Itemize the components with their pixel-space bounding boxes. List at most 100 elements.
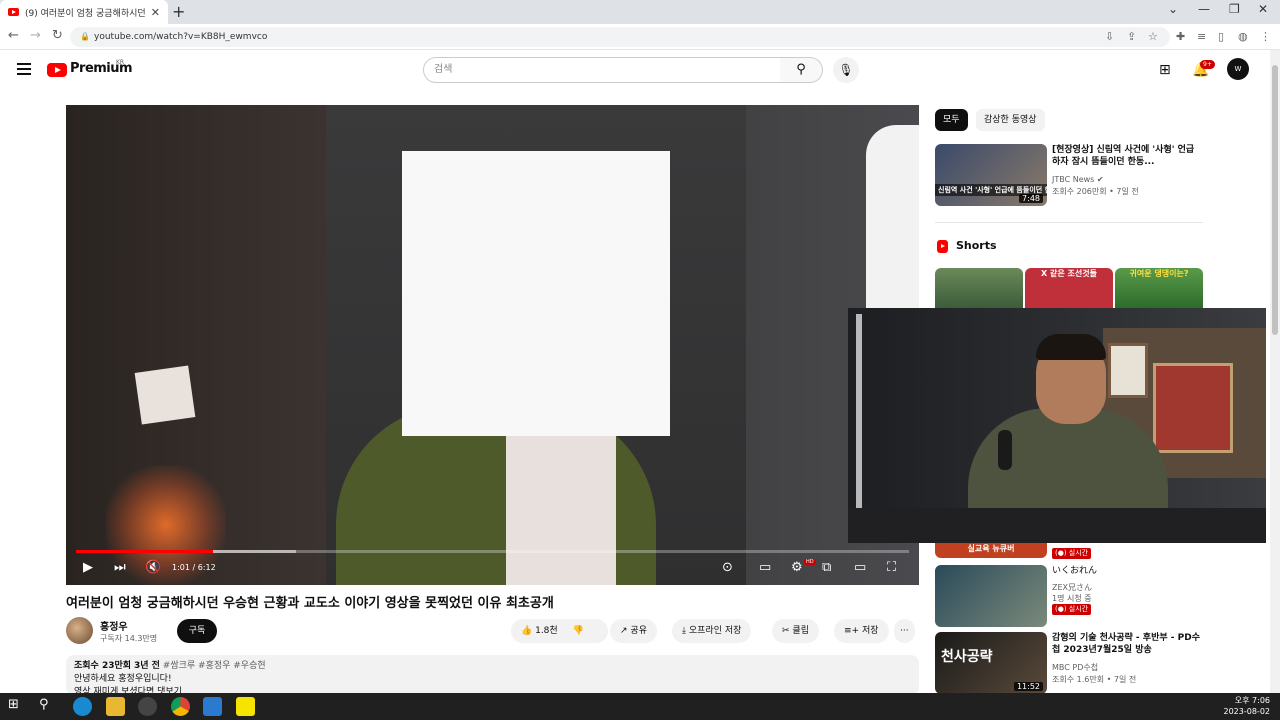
share-button[interactable]: ↗ 공유 <box>610 619 657 643</box>
mute-icon[interactable]: 🔇 <box>145 560 161 575</box>
pip-frame-desk <box>848 508 1266 543</box>
chrome-icon[interactable] <box>171 697 190 716</box>
save-playlist-icon: ≡+ <box>844 626 860 636</box>
bookmark-star-icon[interactable]: ☆ <box>1148 30 1158 43</box>
time-display: 1:01 / 6:12 <box>172 563 216 572</box>
chrome-menu-icon[interactable]: ⋮ <box>1260 30 1271 43</box>
address-bar[interactable]: 🔒 youtube.com/watch?v=KB8H_ewmvco <box>70 27 1170 47</box>
next-icon[interactable]: ⏭ <box>114 560 126 575</box>
subscriber-count: 구독자 14.3만명 <box>100 634 158 643</box>
duration-badge: 11:52 <box>1013 682 1043 691</box>
notification-badge: 9+ <box>1200 60 1215 69</box>
file-explorer-icon[interactable] <box>106 697 125 716</box>
settings-gear-icon[interactable]: ⚙ <box>791 560 803 575</box>
miniplayer-icon[interactable]: ⧉ <box>822 560 831 575</box>
shorts-header: Shorts <box>937 239 997 253</box>
thumbs-up-icon[interactable]: 👍 <box>521 626 532 636</box>
short-thumbnail[interactable]: 귀여운 댕댕이는? <box>1115 268 1203 310</box>
install-icon[interactable]: ⇩ <box>1105 30 1114 43</box>
hd-badge: HD <box>804 559 816 565</box>
search-icon[interactable]: ⚲ <box>39 697 58 716</box>
view-count: 조회수 23만회 <box>74 661 132 671</box>
kakaotalk-icon[interactable] <box>236 697 255 716</box>
back-icon[interactable]: ← <box>8 28 19 43</box>
rec-title[interactable]: [현장영상] 신림역 사건에 '사형' 언급하자 잠시 뜸들이던 한동... <box>1052 144 1202 168</box>
verified-icon: ✔ <box>1096 175 1104 184</box>
system-clock[interactable]: 오후 7:06 2023-08-02 <box>1224 695 1271 717</box>
short-thumbnail[interactable] <box>935 268 1023 310</box>
tab-close-icon[interactable]: ✕ <box>151 6 160 19</box>
description-box[interactable]: 조회수 23만회 3년 전 #쌈크루 #홍정우 #우승현 안녕하세요 홍정우입니… <box>66 655 919 695</box>
short-thumbnail[interactable]: X 같은 조선것들 <box>1025 268 1113 310</box>
clock-app-icon[interactable] <box>138 697 157 716</box>
forward-icon[interactable]: → <box>30 28 41 43</box>
save-button[interactable]: ≡+ 저장 <box>834 619 889 643</box>
browser-tab-bar: (9) 여러분이 엄청 궁금해하시던 ✕ + ⌄ — ❐ ✕ <box>0 0 1280 24</box>
reading-list-icon[interactable]: ≡ <box>1197 30 1206 43</box>
rec-thumbnail[interactable]: 천사공략 11:52 <box>935 632 1047 694</box>
extensions-icon[interactable]: ✚ <box>1176 30 1185 43</box>
side-panel-icon[interactable]: ▯ <box>1218 30 1224 43</box>
hashtags[interactable]: #쌈크루 #홍정우 #우승현 <box>163 661 266 671</box>
youtube-header: Premium KR 검색 ⚲ 🎙 ⊞ 🔔 9+ W <box>0 50 1280 90</box>
profile-icon[interactable]: ◍ <box>1238 30 1248 43</box>
picture-in-picture-window[interactable] <box>848 308 1266 543</box>
account-avatar[interactable]: W <box>1227 58 1249 80</box>
new-tab-button[interactable]: + <box>172 2 185 21</box>
clock-date: 2023-08-02 <box>1223 707 1271 716</box>
channel-avatar[interactable] <box>66 617 93 644</box>
short-caption: X 같은 조선것들 <box>1041 269 1097 278</box>
chip-watched[interactable]: 감상한 동영상 <box>976 109 1045 131</box>
page-scrollbar[interactable] <box>1270 50 1280 693</box>
lock-icon: 🔒 <box>80 32 90 41</box>
rec-title[interactable]: いくおれん <box>1052 565 1202 577</box>
clip-button[interactable]: ✂ 클립 <box>772 619 819 643</box>
create-video-icon[interactable]: ⊞ <box>1159 62 1171 78</box>
clock-time: 오후 7:06 <box>1234 696 1270 705</box>
chip-all[interactable]: 모두 <box>935 109 968 131</box>
rec-channel[interactable]: ZEX兄さん <box>1052 582 1092 593</box>
autoplay-toggle[interactable]: ⊙ <box>722 560 733 575</box>
play-icon[interactable]: ▶ <box>83 560 93 575</box>
subtitles-icon[interactable]: ▭ <box>759 560 771 575</box>
rec-title[interactable]: 감형의 기술 천사공략 - 후반부 - PD수첩 2023년7월25일 방송 <box>1052 632 1202 656</box>
share-icon[interactable]: ⇪ <box>1127 30 1136 43</box>
reload-icon[interactable]: ↻ <box>52 28 63 43</box>
download-button[interactable]: ⤓ 오프라인 저장 <box>672 619 752 643</box>
search-button[interactable]: ⚲ <box>780 57 823 83</box>
hamburger-menu-icon[interactable] <box>17 63 31 75</box>
pip-frame-microphone <box>998 430 1012 470</box>
close-window-button[interactable]: ✕ <box>1258 2 1268 16</box>
windows-start-icon[interactable]: ⊞ <box>8 697 27 716</box>
scrollbar-thumb[interactable] <box>1272 65 1278 335</box>
more-actions-button[interactable]: ··· <box>894 619 915 643</box>
progress-bar[interactable] <box>76 550 909 553</box>
like-dislike-group: 👍 1.8천 👎 <box>511 619 608 643</box>
rec-thumbnail[interactable] <box>935 565 1047 627</box>
subscribe-button[interactable]: 구독 <box>177 619 217 643</box>
voice-search-button[interactable]: 🎙 <box>833 57 859 83</box>
minimize-button[interactable]: — <box>1198 2 1210 16</box>
browser-tab[interactable]: (9) 여러분이 엄청 궁금해하시던 ✕ <box>0 0 168 24</box>
channel-name[interactable]: 홍정우 <box>100 618 128 633</box>
rec-thumbnail[interactable]: 신림역 사건 '사형' 언급에 뜸들이던 한동훈... 7:48 <box>935 144 1047 206</box>
photos-icon[interactable] <box>203 697 222 716</box>
rec-channel[interactable]: JTBC News ✔ <box>1052 174 1104 185</box>
description-line: 안녕하세요 홍정우입니다! <box>74 674 172 684</box>
edge-icon[interactable] <box>73 697 92 716</box>
upload-date: 3년 전 <box>133 661 160 671</box>
save-label: 저장 <box>861 626 879 636</box>
tab-search-icon[interactable]: ⌄ <box>1168 2 1178 16</box>
live-badge: (●) 실시간 <box>1052 604 1092 615</box>
maximize-button[interactable]: ❐ <box>1229 2 1240 16</box>
like-count[interactable]: 1.8천 <box>535 626 558 636</box>
thumbs-down-icon[interactable]: 👎 <box>573 626 584 636</box>
download-label: 오프라인 저장 <box>688 626 742 636</box>
divider <box>935 222 1203 223</box>
video-player[interactable]: ▶ ⏭ 🔇 1:01 / 6:12 ⊙ ▭ ⚙ HD ⧉ ▭ ⛶ <box>66 105 919 585</box>
rec-channel[interactable]: MBC PD수첩 <box>1052 662 1098 673</box>
fullscreen-icon[interactable]: ⛶ <box>887 560 896 575</box>
youtube-logo-icon[interactable] <box>47 63 67 77</box>
search-input[interactable]: 검색 <box>423 57 781 83</box>
theater-mode-icon[interactable]: ▭ <box>854 560 866 575</box>
